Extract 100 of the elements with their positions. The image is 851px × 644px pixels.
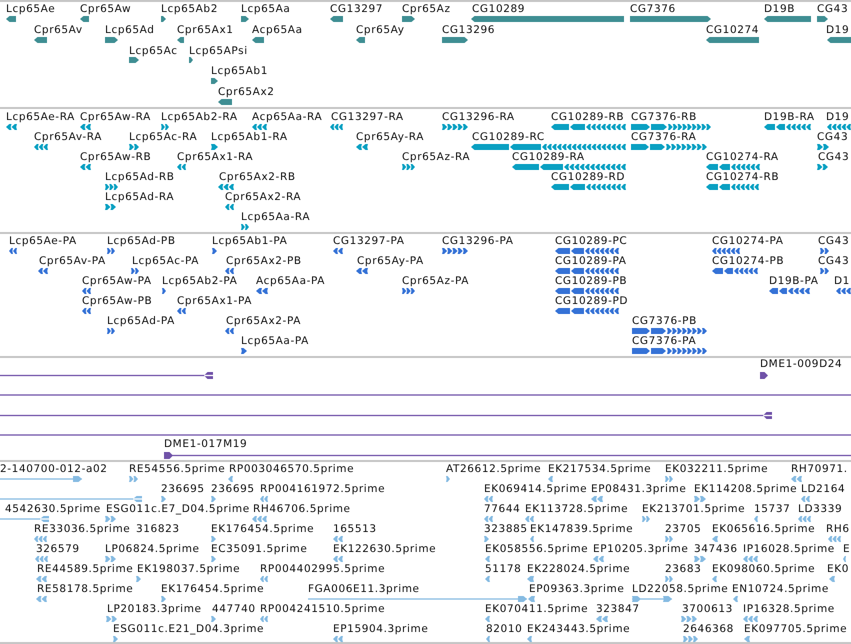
est-arrow[interactable] bbox=[136, 576, 141, 582]
est-arrow[interactable] bbox=[665, 476, 673, 482]
gene-arrow[interactable] bbox=[177, 36, 184, 43]
transcript-arrow[interactable] bbox=[817, 164, 828, 170]
est-arrow[interactable] bbox=[129, 476, 138, 482]
transcript-arrow[interactable] bbox=[129, 144, 139, 150]
est-arrow[interactable] bbox=[485, 556, 490, 562]
transcript-arrow[interactable] bbox=[105, 184, 118, 190]
est-arrow[interactable] bbox=[211, 616, 216, 622]
est-arrow[interactable] bbox=[36, 576, 47, 582]
gene-arrow[interactable] bbox=[218, 98, 232, 105]
est-arrow[interactable] bbox=[632, 596, 672, 602]
transcript-arrow[interactable] bbox=[80, 124, 91, 130]
protein-arrow[interactable] bbox=[241, 348, 247, 354]
gene-arrow[interactable] bbox=[442, 36, 468, 43]
est-arrow[interactable] bbox=[801, 496, 810, 502]
transcript-arrow[interactable] bbox=[631, 144, 707, 150]
clone-arrow[interactable] bbox=[0, 412, 772, 418]
transcript-arrow[interactable] bbox=[764, 124, 811, 130]
clone-arrow[interactable] bbox=[164, 452, 851, 458]
est-arrow[interactable] bbox=[0, 496, 142, 502]
transcript-arrow[interactable] bbox=[218, 184, 234, 190]
est-arrow[interactable] bbox=[528, 596, 535, 602]
est-arrow[interactable] bbox=[484, 516, 493, 522]
est-arrow[interactable] bbox=[596, 616, 608, 622]
gene-arrow[interactable] bbox=[34, 36, 47, 43]
transcript-arrow[interactable] bbox=[442, 124, 468, 130]
est-arrow[interactable] bbox=[446, 476, 450, 482]
gene-arrow[interactable] bbox=[6, 16, 16, 22]
transcript-arrow[interactable] bbox=[356, 144, 368, 150]
protein-arrow[interactable] bbox=[820, 248, 829, 254]
est-arrow[interactable] bbox=[642, 516, 650, 522]
est-arrow[interactable] bbox=[829, 576, 835, 582]
est-arrow[interactable] bbox=[161, 496, 166, 502]
est-arrow[interactable] bbox=[105, 556, 116, 562]
protein-arrow[interactable] bbox=[632, 328, 707, 334]
est-arrow[interactable] bbox=[333, 556, 343, 562]
protein-arrow[interactable] bbox=[225, 268, 234, 274]
est-arrow[interactable] bbox=[712, 536, 718, 542]
protein-arrow[interactable] bbox=[82, 288, 91, 294]
protein-arrow[interactable] bbox=[555, 248, 619, 254]
gene-arrow[interactable] bbox=[356, 36, 365, 43]
protein-arrow[interactable] bbox=[131, 268, 139, 274]
protein-arrow[interactable] bbox=[256, 288, 268, 294]
protein-arrow[interactable] bbox=[38, 268, 48, 274]
protein-arrow[interactable] bbox=[177, 308, 186, 314]
clone-arrow[interactable] bbox=[0, 372, 213, 378]
transcript-arrow[interactable] bbox=[161, 124, 169, 130]
est-arrow[interactable] bbox=[260, 576, 268, 582]
gene-arrow[interactable] bbox=[80, 16, 89, 22]
est-arrow[interactable] bbox=[843, 556, 846, 562]
protein-arrow[interactable] bbox=[632, 348, 707, 354]
est-arrow[interactable] bbox=[527, 576, 534, 582]
est-arrow[interactable] bbox=[485, 616, 490, 622]
clone-line[interactable] bbox=[0, 394, 851, 396]
est-arrow[interactable] bbox=[665, 576, 673, 582]
est-arrow[interactable] bbox=[252, 516, 267, 522]
est-arrow[interactable] bbox=[0, 516, 49, 522]
est-arrow[interactable] bbox=[485, 576, 490, 582]
gene-arrow[interactable] bbox=[161, 16, 166, 22]
transcript-arrow[interactable] bbox=[330, 124, 343, 130]
transcript-arrow[interactable] bbox=[402, 164, 415, 170]
protein-arrow[interactable] bbox=[555, 288, 619, 294]
est-arrow[interactable] bbox=[744, 636, 750, 642]
est-arrow[interactable] bbox=[211, 496, 216, 502]
est-arrow[interactable] bbox=[35, 556, 48, 562]
transcript-arrow[interactable] bbox=[211, 144, 218, 150]
gene-arrow[interactable] bbox=[189, 57, 193, 64]
transcript-arrow[interactable] bbox=[6, 124, 17, 130]
transcript-arrow[interactable] bbox=[817, 144, 829, 150]
protein-arrow[interactable] bbox=[712, 248, 740, 254]
protein-arrow[interactable] bbox=[107, 248, 115, 254]
transcript-arrow[interactable] bbox=[512, 164, 626, 170]
est-arrow[interactable] bbox=[828, 536, 841, 542]
protein-arrow[interactable] bbox=[555, 308, 619, 314]
protein-arrow[interactable] bbox=[9, 248, 17, 254]
protein-arrow[interactable] bbox=[555, 268, 619, 274]
transcript-arrow[interactable] bbox=[252, 124, 267, 130]
transcript-arrow[interactable] bbox=[105, 204, 116, 210]
est-arrow[interactable] bbox=[34, 536, 47, 542]
protein-arrow[interactable] bbox=[107, 328, 115, 334]
est-arrow[interactable] bbox=[161, 596, 166, 602]
protein-arrow[interactable] bbox=[836, 288, 851, 294]
est-arrow[interactable] bbox=[683, 636, 698, 642]
protein-arrow[interactable] bbox=[162, 288, 166, 294]
est-arrow[interactable] bbox=[530, 536, 534, 542]
protein-arrow[interactable] bbox=[225, 328, 234, 334]
est-arrow[interactable] bbox=[211, 536, 216, 542]
transcript-arrow[interactable] bbox=[706, 184, 759, 190]
transcript-arrow[interactable] bbox=[225, 204, 234, 210]
transcript-arrow[interactable] bbox=[80, 164, 91, 170]
est-arrow[interactable] bbox=[527, 636, 532, 642]
gene-arrow[interactable] bbox=[827, 36, 851, 43]
est-arrow[interactable] bbox=[333, 536, 343, 542]
est-arrow[interactable] bbox=[791, 476, 802, 482]
protein-arrow[interactable] bbox=[769, 288, 810, 294]
est-arrow[interactable] bbox=[743, 616, 758, 622]
transcript-arrow[interactable] bbox=[471, 144, 626, 150]
protein-arrow[interactable] bbox=[356, 268, 368, 274]
transcript-arrow[interactable] bbox=[551, 184, 626, 190]
